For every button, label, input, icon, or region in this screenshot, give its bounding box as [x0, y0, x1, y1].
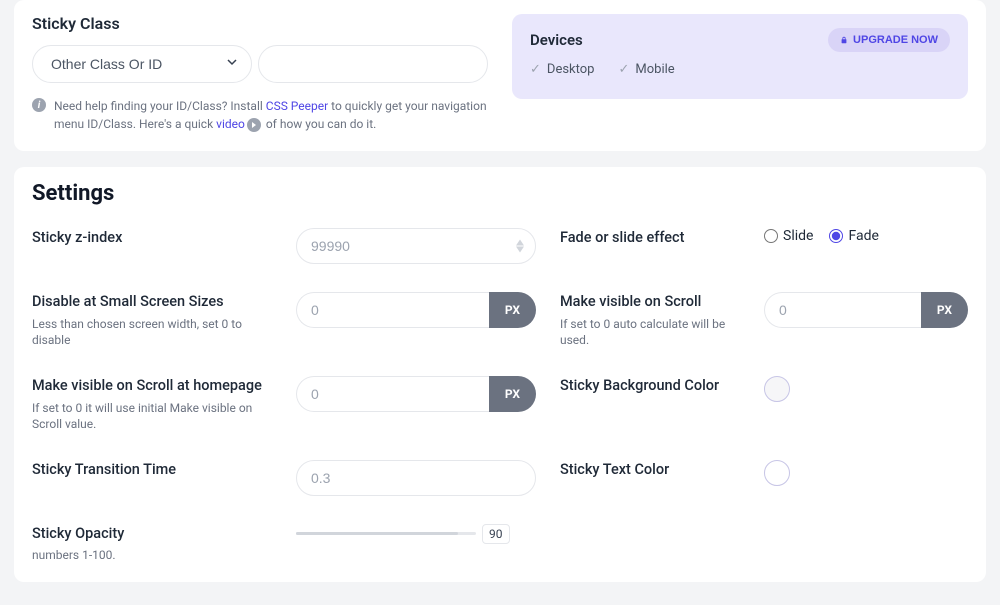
bg-color-label: Sticky Background Color — [560, 376, 740, 396]
upgrade-label: UPGRADE NOW — [853, 34, 938, 46]
effect-radios: Slide Fade — [764, 228, 968, 244]
make-visible-control: PX — [764, 292, 968, 328]
radio-fade[interactable]: Fade — [829, 228, 878, 244]
opacity-slider[interactable] — [296, 532, 476, 535]
text-color-swatch[interactable] — [764, 460, 790, 486]
sticky-class-custom-input[interactable] — [258, 45, 488, 83]
helper-text: Need help finding your ID/Class? Install — [54, 99, 266, 113]
make-visible-home-input[interactable] — [296, 376, 489, 412]
play-icon — [247, 118, 261, 132]
px-unit: PX — [489, 376, 536, 412]
effect-label: Fade or slide effect — [560, 228, 740, 248]
opacity-label: Sticky Opacity numbers 1-100. — [32, 524, 272, 564]
bg-color-control — [764, 376, 968, 402]
info-icon: i — [32, 98, 46, 112]
make-visible-home-label: Make visible on Scroll at homepage If se… — [32, 376, 272, 432]
devices-section: Devices UPGRADE NOW ✓Desktop ✓Mobile — [512, 14, 968, 133]
helper-text: of how you can do it. — [263, 117, 376, 131]
device-mobile: ✓Mobile — [618, 62, 674, 77]
css-peeper-link[interactable]: CSS Peeper — [266, 99, 328, 113]
settings-title: Settings — [32, 181, 968, 206]
sticky-class-select[interactable]: Other Class Or ID — [32, 45, 252, 83]
disable-small-control: PX — [296, 292, 536, 328]
devices-title: Devices — [530, 31, 583, 49]
device-desktop: ✓Desktop — [530, 62, 594, 77]
opacity-value: 90 — [482, 524, 510, 544]
px-unit: PX — [489, 292, 536, 328]
make-visible-label: Make visible on Scroll If set to 0 auto … — [560, 292, 740, 348]
upgrade-now-button[interactable]: UPGRADE NOW — [828, 28, 950, 52]
sticky-class-select-wrap: Other Class Or ID — [32, 45, 252, 83]
zindex-label: Sticky z-index — [32, 228, 272, 248]
opacity-control: 90 — [296, 524, 536, 544]
sticky-class-card: Sticky Class Other Class Or ID i Need he… — [14, 0, 986, 151]
sticky-class-title: Sticky Class — [32, 14, 488, 33]
video-link[interactable]: video — [216, 117, 245, 131]
sticky-class-helper: i Need help finding your ID/Class? Insta… — [32, 97, 488, 133]
check-icon: ✓ — [530, 62, 541, 77]
sticky-class-section: Sticky Class Other Class Or ID i Need he… — [32, 14, 488, 133]
settings-card: Settings Sticky z-index Fade or slide ef… — [14, 167, 986, 582]
disable-small-input[interactable] — [296, 292, 489, 328]
transition-input[interactable] — [296, 460, 536, 496]
bg-color-swatch[interactable] — [764, 376, 790, 402]
px-unit: PX — [921, 292, 968, 328]
make-visible-input[interactable] — [764, 292, 921, 328]
text-color-label: Sticky Text Color — [560, 460, 740, 480]
check-icon: ✓ — [618, 62, 629, 77]
make-visible-home-control: PX — [296, 376, 536, 412]
transition-label: Sticky Transition Time — [32, 460, 272, 480]
zindex-input[interactable] — [296, 228, 536, 264]
text-color-control — [764, 460, 968, 486]
radio-slide[interactable]: Slide — [764, 228, 813, 244]
stepper-icon[interactable] — [516, 240, 524, 253]
lock-icon — [840, 36, 848, 44]
transition-control — [296, 460, 536, 496]
zindex-control — [296, 228, 536, 264]
disable-small-label: Disable at Small Screen Sizes Less than … — [32, 292, 272, 348]
